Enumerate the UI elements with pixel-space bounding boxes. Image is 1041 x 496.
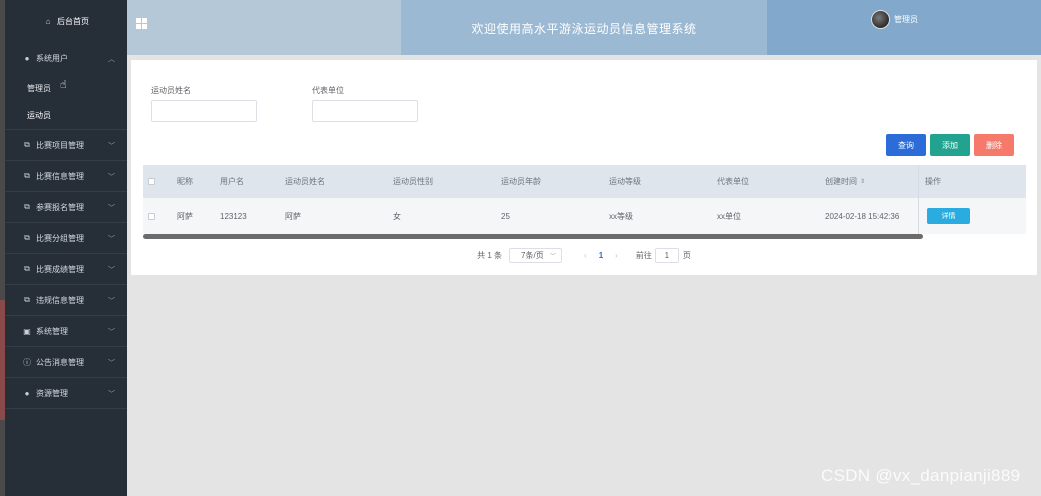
column-header: 操作 [919,165,1026,198]
chevron-down-icon: ﹀ [108,360,115,367]
sidebar-item-label: 系统管理 [36,326,68,336]
sidebar-item-event-project[interactable]: ⧉ 比赛项目管理 ﹀ [5,130,127,161]
external-link-icon: ⧉ [24,140,30,149]
cell-nickname: 阿萨 [177,211,193,221]
unit-input[interactable] [312,100,418,122]
athlete-name-label: 运动员姓名 [151,86,191,95]
home-icon: ⌂ [45,17,51,26]
row-checkbox[interactable] [148,198,155,234]
athlete-table: 昵称 用户名 运动员姓名 运动员性别 运动员年龄 运动等级 代表单位 创建时间 … [143,165,1026,239]
select-all-checkbox[interactable] [148,165,155,198]
operation-column: 操作 详情 [918,165,1026,234]
prev-page-icon[interactable]: ‹ [584,251,587,260]
image-icon: ▣ [23,326,31,336]
cell-username: 123123 [220,211,247,221]
sidebar-item-registration[interactable]: ⧉ 参赛报名管理 ﹀ [5,192,127,223]
cell-age: 25 [501,211,510,221]
pagination-total: 共 1 条 [477,250,503,260]
cell-athlete-name: 阿萨 [285,211,301,221]
location-pin-icon: ● [24,388,30,398]
column-header: 代表单位 [717,177,749,186]
table-row: 阿萨 123123 阿萨 女 25 xx等级 xx单位 2024-02-18 1… [143,198,1026,234]
sidebar-item-label: 比赛项目管理 [36,140,84,150]
sidebar-item-grouping[interactable]: ⧉ 比赛分组管理 ﹀ [5,223,127,254]
column-header: 运动员性别 [393,177,433,186]
info-circle-icon: ⓘ [23,357,31,367]
table-header: 昵称 用户名 运动员姓名 运动员性别 运动员年龄 运动等级 代表单位 创建时间 … [143,165,1026,198]
column-header: 运动员姓名 [285,177,325,186]
unit-label: 代表单位 [312,86,344,95]
chevron-down-icon: ﹀ [108,298,115,305]
horizontal-scrollbar[interactable] [143,234,923,239]
external-link-icon: ⧉ [24,171,30,180]
sidebar-item-label: 违规信息管理 [36,295,84,305]
column-header-created-sortable[interactable]: 创建时间 ⇕ [825,165,865,198]
mouse-cursor-icon: ☝ [60,79,67,91]
chevron-up-icon: ︿ [108,56,115,63]
add-button[interactable]: 添加 [930,134,970,156]
sidebar-subitem-athlete[interactable]: 运动员 [5,102,127,130]
external-link-icon: ⧉ [24,264,30,273]
sidebar-item-label: 比赛信息管理 [36,171,84,181]
chevron-down-icon: ﹀ [108,329,115,336]
column-header: 用户名 [220,177,244,186]
goto-label: 前往 [635,250,652,260]
detail-button[interactable]: 详情 [927,208,970,224]
column-header-label: 创建时间 [825,177,857,186]
column-header: 运动等级 [609,177,641,186]
chevron-down-icon: ﹀ [108,143,115,150]
sidebar-item-home[interactable]: ⌂ 后台首页 [5,0,127,43]
cell-created-time: 2024-02-18 15:42:36 [825,211,900,221]
chevron-down-icon: ﹀ [108,236,115,243]
column-header: 运动员年龄 [501,177,541,186]
athlete-name-input[interactable] [151,100,257,122]
sidebar-item-label: 比赛成绩管理 [36,264,84,274]
external-link-icon: ⧉ [24,295,30,304]
sidebar-item-announcements[interactable]: ⓘ 公告消息管理 ﹀ [5,347,127,378]
pagination: 共 1 条 7条/页 ﹀ ‹ 1 › 前往 页 [131,247,1037,263]
goto-page-input[interactable] [654,247,679,263]
sidebar-item-label: 参赛报名管理 [36,202,84,212]
cell-level: xx等级 [609,211,633,221]
page-number-current[interactable]: 1 [599,251,603,260]
search-button[interactable]: 查询 [886,134,926,156]
avatar [871,10,890,29]
cell-unit: xx单位 [717,211,741,221]
sidebar-item-event-info[interactable]: ⧉ 比赛信息管理 ﹀ [5,161,127,192]
sort-icon[interactable]: ⇕ [860,178,865,185]
operation-cell: 详情 [919,198,1026,234]
sidebar-item-system-admin[interactable]: ▣ 系统管理 ﹀ [5,316,127,347]
sidebar-item-resources[interactable]: ● 资源管理 ﹀ [5,378,127,409]
sidebar-item-label: 比赛分组管理 [36,233,84,243]
sidebar-item-label: 系统用户 [36,54,68,63]
external-link-icon: ⧉ [24,202,30,211]
delete-button[interactable]: 删除 [974,134,1014,156]
content-card: 运动员姓名 代表单位 查询 添加 删除 昵称 用户名 运动员姓名 运动员性别 运… [131,60,1037,275]
chevron-down-icon: ﹀ [550,253,557,260]
top-header: 欢迎使用高水平游泳运动员信息管理系统 管理员 [127,0,1041,55]
chevron-down-icon: ﹀ [108,174,115,181]
sidebar-item-label: 公告消息管理 [36,357,84,367]
page-size-select[interactable]: 7条/页 ﹀ [509,247,563,263]
user-menu[interactable]: 管理员 [871,10,918,29]
external-link-icon: ⧉ [24,233,30,242]
sidebar: ⌂ 后台首页 ● 系统用户 ︿ 管理员 运动员 ⧉ 比赛项目管理 ﹀ ⧉ 比赛信… [5,0,127,496]
chevron-down-icon: ﹀ [108,267,115,274]
next-page-icon[interactable]: › [615,251,618,260]
user-name: 管理员 [894,15,918,24]
chevron-down-icon: ﹀ [108,205,115,212]
page-size-value: 7条/页 [521,250,544,260]
column-header: 昵称 [177,177,193,186]
cell-gender: 女 [393,211,401,221]
sidebar-item-system-users[interactable]: ● 系统用户 ︿ [5,43,127,74]
sidebar-item-label: 后台首页 [57,17,89,26]
sidebar-item-results[interactable]: ⧉ 比赛成绩管理 ﹀ [5,254,127,285]
chevron-down-icon: ﹀ [108,391,115,398]
user-icon: ● [24,54,30,63]
sidebar-item-violations[interactable]: ⧉ 违规信息管理 ﹀ [5,285,127,316]
sidebar-item-label: 资源管理 [36,388,68,398]
watermark: CSDN @vx_danpianji889 [821,466,1021,485]
goto-suffix: 页 [682,250,691,260]
